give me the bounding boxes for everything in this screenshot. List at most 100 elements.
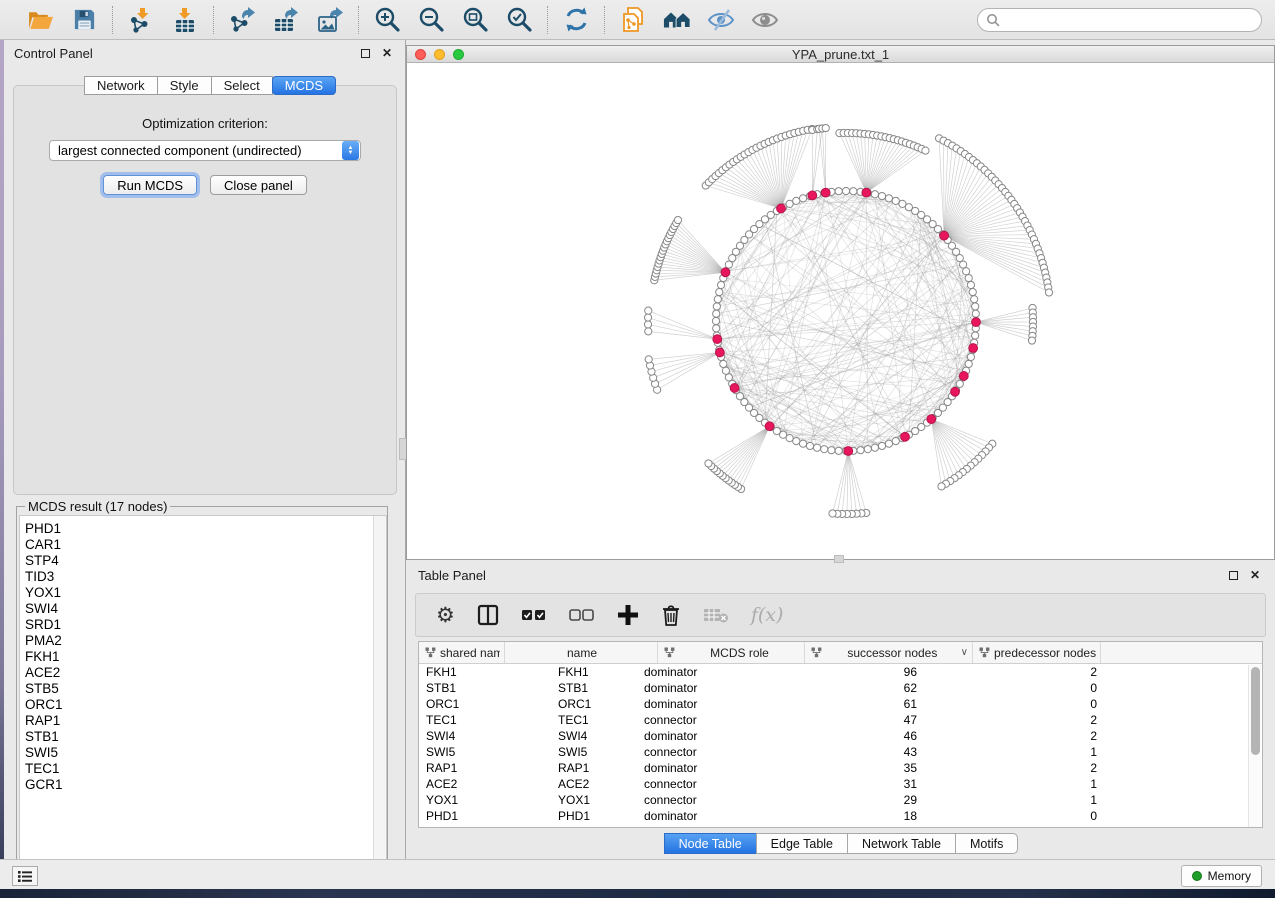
mcds-result-node[interactable]: ORC1 — [20, 697, 386, 713]
select-all-icon[interactable] — [521, 608, 547, 622]
mcds-result-node[interactable]: STP4 — [20, 553, 386, 569]
save-icon[interactable] — [70, 6, 98, 34]
mcds-result-node[interactable]: GCR1 — [20, 777, 386, 793]
attribute-type-icon — [811, 647, 822, 658]
float-panel-button[interactable] — [357, 45, 373, 61]
zoom-out-icon[interactable] — [417, 6, 445, 34]
table-row[interactable]: ACE2 ACE2 connector 31 1 — [419, 776, 1262, 792]
table-body: FKH1 FKH1 dominator 96 2 STB1 STB1 domin… — [419, 664, 1262, 824]
table-row[interactable]: FKH1 FKH1 dominator 96 2 — [419, 664, 1262, 680]
mcds-result-node[interactable]: STB5 — [20, 681, 386, 697]
hide-panel-icon[interactable] — [707, 6, 735, 34]
close-panel-button-mcds[interactable]: Close panel — [210, 175, 307, 195]
node-table: shared name ∨ name ∨ MCDS role ∨ — [418, 641, 1263, 828]
status-bar: Memory — [0, 859, 1275, 889]
run-mcds-button[interactable]: Run MCDS — [103, 175, 197, 195]
table-panel-tab[interactable]: Network Table — [847, 833, 956, 854]
column-layout-icon[interactable] — [477, 604, 499, 626]
mcds-result-node[interactable]: FKH1 — [20, 649, 386, 665]
export-table-icon[interactable] — [272, 6, 300, 34]
network-window: YPA_prune.txt_1 — [406, 45, 1275, 560]
network-window-title: YPA_prune.txt_1 — [792, 47, 889, 62]
attribute-type-icon — [664, 647, 675, 658]
sort-descending-icon: ∨ — [961, 647, 968, 658]
search-input[interactable] — [1000, 13, 1253, 27]
table-splitter-grip[interactable] — [834, 555, 844, 563]
memory-label: Memory — [1208, 869, 1251, 883]
mcds-result-node[interactable]: PHD1 — [20, 521, 386, 537]
add-column-icon[interactable] — [617, 604, 639, 626]
close-table-panel-button[interactable]: ✕ — [1247, 567, 1263, 583]
mcds-result-list: PHD1CAR1STP4TID3YOX1SWI4SRD1PMA2FKH1ACE2… — [19, 515, 387, 877]
window-minimize-icon[interactable] — [434, 49, 445, 60]
window-maximize-icon[interactable] — [453, 49, 464, 60]
import-table-icon[interactable] — [171, 6, 199, 34]
table-row[interactable]: YOX1 YOX1 connector 29 1 — [419, 792, 1262, 808]
mcds-list-scrollbar[interactable] — [373, 516, 386, 876]
refresh-icon[interactable] — [562, 6, 590, 34]
table-row[interactable]: TEC1 TEC1 connector 47 2 — [419, 712, 1262, 728]
table-row[interactable]: SWI5 SWI5 connector 43 1 — [419, 744, 1262, 760]
float-icon — [1229, 571, 1238, 580]
mcds-result-node[interactable]: ACE2 — [20, 665, 386, 681]
table-scrollbar[interactable] — [1248, 665, 1261, 828]
desktop-bottom-edge — [0, 889, 1275, 898]
float-table-panel-button[interactable] — [1225, 567, 1241, 583]
table-scrollbar-thumb[interactable] — [1251, 667, 1260, 755]
settings-icon[interactable]: ⚙ — [436, 605, 455, 626]
control-panel-tabs: NetworkStyleSelectMCDS — [84, 76, 335, 95]
table-panel-tab[interactable]: Node Table — [664, 833, 757, 854]
delete-column-icon[interactable] — [661, 604, 681, 627]
export-image-icon[interactable] — [316, 6, 344, 34]
table-header-row: shared name ∨ name ∨ MCDS role ∨ — [419, 642, 1262, 664]
zoom-selected-icon[interactable] — [505, 6, 533, 34]
mcds-result-node[interactable]: RAP1 — [20, 713, 386, 729]
table-row[interactable]: STB1 STB1 dominator 62 0 — [419, 680, 1262, 696]
show-panel-icon[interactable] — [751, 6, 779, 34]
mcds-result-node[interactable]: TEC1 — [20, 761, 386, 777]
table-panel-tab[interactable]: Motifs — [955, 833, 1018, 854]
table-panel-tab[interactable]: Edge Table — [756, 833, 848, 854]
search-box[interactable] — [977, 8, 1262, 32]
table-toolbar: ⚙ f(x) — [415, 593, 1266, 637]
control-panel-tab[interactable]: Network — [84, 76, 158, 95]
open-folder-icon[interactable] — [26, 6, 54, 34]
mcds-result-node[interactable]: PMA2 — [20, 633, 386, 649]
table-column-header[interactable]: shared name ∨ — [419, 642, 505, 663]
home-view-icon[interactable] — [663, 6, 691, 34]
network-canvas[interactable] — [407, 63, 1274, 559]
table-column-header[interactable]: successor nodes ∨ — [805, 642, 973, 663]
mcds-result-node[interactable]: STB1 — [20, 729, 386, 745]
control-panel-tab[interactable]: Style — [157, 76, 212, 95]
table-row[interactable]: SWI4 SWI4 dominator 46 2 — [419, 728, 1262, 744]
deselect-all-icon[interactable] — [569, 608, 595, 622]
mcds-result-node[interactable]: YOX1 — [20, 585, 386, 601]
control-panel-tab[interactable]: Select — [211, 76, 273, 95]
mcds-result-node[interactable]: SWI5 — [20, 745, 386, 761]
table-row[interactable]: RAP1 RAP1 dominator 35 2 — [419, 760, 1262, 776]
table-column-header[interactable]: MCDS role ∨ — [658, 642, 805, 663]
zoom-in-icon[interactable] — [373, 6, 401, 34]
close-panel-button[interactable]: ✕ — [379, 45, 395, 61]
mcds-result-node[interactable]: SWI4 — [20, 601, 386, 617]
control-panel-tab[interactable]: MCDS — [272, 76, 336, 95]
import-network-icon[interactable] — [127, 6, 155, 34]
table-panel-title: Table Panel — [418, 568, 1219, 583]
attribute-type-icon — [425, 647, 436, 658]
mcds-result-node[interactable]: CAR1 — [20, 537, 386, 553]
clone-network-icon[interactable] — [619, 6, 647, 34]
table-column-header[interactable]: name ∨ — [505, 642, 658, 663]
export-network-icon[interactable] — [228, 6, 256, 34]
memory-button[interactable]: Memory — [1181, 865, 1262, 887]
table-column-header[interactable]: predecessor nodes ∨ — [973, 642, 1101, 663]
mcds-result-node[interactable]: TID3 — [20, 569, 386, 585]
mcds-result-node[interactable]: SRD1 — [20, 617, 386, 633]
zoom-fit-icon[interactable] — [461, 6, 489, 34]
table-row[interactable]: ORC1 ORC1 dominator 61 0 — [419, 696, 1262, 712]
window-close-icon[interactable] — [415, 49, 426, 60]
task-history-button[interactable] — [12, 866, 38, 886]
list-icon — [17, 870, 33, 883]
table-panel: Table Panel ✕ ⚙ f(x) — [406, 563, 1275, 859]
optimization-criterion-select[interactable]: largest connected component (undirected)… — [49, 140, 361, 161]
table-row[interactable]: PHD1 PHD1 dominator 18 0 — [419, 808, 1262, 824]
